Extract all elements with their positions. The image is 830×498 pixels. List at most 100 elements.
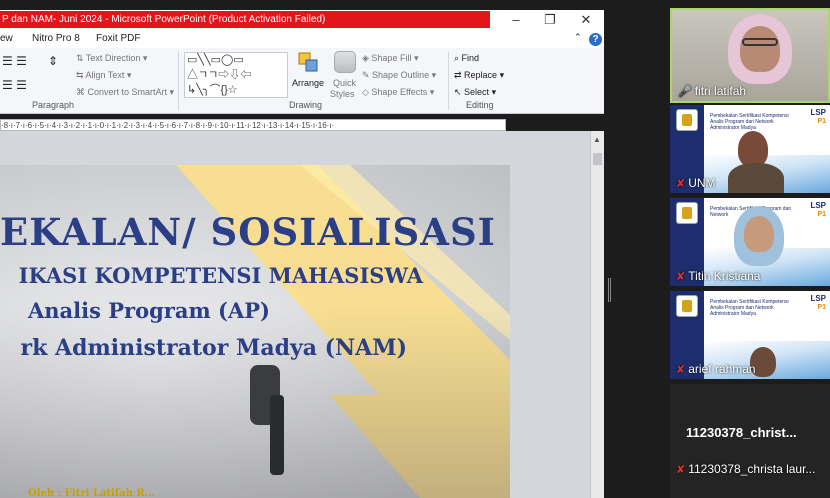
participant-name-text: arief rahman bbox=[688, 362, 756, 376]
shapes-row-3: ↳╲╮⌒{}☆ bbox=[187, 84, 238, 96]
slide[interactable]: EKALAN/ SOSIALISASI IKASI KOMPETENSI MAH… bbox=[0, 165, 510, 498]
participant-name: ✘ Titin Kristiana bbox=[676, 269, 760, 283]
replace-label: Replace bbox=[464, 70, 498, 80]
participant-name: ✘ 11230378_christa laur... bbox=[676, 462, 815, 476]
collapse-ribbon-icon[interactable]: ⌃ bbox=[574, 32, 582, 43]
slide-title-line-4: rk Administrator Madya (NAM) bbox=[20, 335, 407, 361]
participant-name-text: fitri latifah bbox=[694, 84, 747, 98]
shapes-row-1: ▭╲╲▭◯▭ bbox=[187, 54, 244, 66]
slide-title-line-1: EKALAN/ SOSIALISASI bbox=[0, 210, 496, 254]
slide-author: Oleh : Fitri Latifah R... bbox=[28, 488, 156, 498]
convert-smartart-button[interactable]: ⌘ Convert to SmartArt ▾ bbox=[76, 87, 174, 98]
close-icon[interactable]: ✕ bbox=[576, 12, 596, 28]
arrange-label[interactable]: Arrange bbox=[292, 78, 324, 88]
indent-icon[interactable]: ☰ ☰ bbox=[2, 54, 27, 68]
lsp-logo-subtext: P1 bbox=[817, 118, 826, 125]
vertical-scrollbar[interactable]: ▲ bbox=[590, 131, 604, 498]
participant-tile-titin-kristiana[interactable]: Pembekalan Sertifikasi Program dan Netwo… bbox=[670, 198, 830, 286]
participant-tile-unm[interactable]: Pembekalan Sertifikasi Kompetensi Analis… bbox=[670, 105, 830, 193]
text-direction-label: Text Direction bbox=[85, 53, 141, 63]
participant-tile-fitri-latifah[interactable]: 🎤 fitri latifah bbox=[670, 8, 830, 103]
window-title: P dan NAM- Juni 2024 - Microsoft PowerPo… bbox=[0, 11, 490, 28]
scroll-up-icon[interactable]: ▲ bbox=[593, 135, 601, 144]
lsp-logo-text: LSP bbox=[810, 201, 826, 210]
microphone-muted-icon: ✘ bbox=[676, 464, 686, 476]
microphone-muted-icon: ✘ bbox=[676, 178, 686, 190]
tab-nitro-pro[interactable]: Nitro Pro 8 bbox=[32, 33, 80, 44]
lsp-logo: LSP P1 bbox=[810, 108, 826, 126]
glasses-icon bbox=[742, 38, 778, 46]
shapes-gallery[interactable]: ▭╲╲▭◯▭ △ㄱㄱ⇨⇩⇦ ↳╲╮⌒{}☆ bbox=[184, 52, 288, 98]
participant-tile-arief-rahman[interactable]: Pembekalan Sertifikasi Kompetensi Analis… bbox=[670, 291, 830, 379]
align-text-button[interactable]: ⇆ Align Text ▾ bbox=[76, 70, 131, 81]
lsp-logo: LSP P1 bbox=[810, 294, 826, 312]
participant-name-text: 11230378_christa laur... bbox=[688, 462, 816, 476]
lsp-logo-subtext: P1 bbox=[817, 304, 826, 311]
replace-button[interactable]: ⇄ Replace ▾ bbox=[454, 70, 504, 81]
convert-smartart-label: Convert to SmartArt bbox=[87, 87, 168, 97]
microphone-muted-icon: ✘ bbox=[676, 271, 686, 283]
find-label: Find bbox=[461, 53, 480, 63]
editing-group-label: Editing bbox=[466, 100, 494, 110]
drawing-group-label: Drawing bbox=[289, 100, 323, 110]
ribbon-tabs: ew Nitro Pro 8 Foxit PDF ⌃ ? bbox=[0, 30, 604, 48]
align-text-label: Align Text bbox=[85, 70, 125, 80]
select-button[interactable]: ↖ Select ▾ bbox=[454, 87, 496, 98]
lsp-logo-subtext: P1 bbox=[817, 211, 826, 218]
card-title: Pembekalan Sertifikasi Kompetensi Analis… bbox=[710, 113, 789, 131]
scrollbar-thumb[interactable] bbox=[593, 153, 602, 165]
card-title: Pembekalan Sertifikasi Kompetensi Analis… bbox=[710, 299, 789, 317]
shape-fill-button[interactable]: ◈ Shape Fill ▾ bbox=[362, 53, 418, 64]
ribbon-divider bbox=[178, 52, 179, 110]
paragraph-group-label: Paragraph bbox=[32, 100, 75, 110]
participant-name: ✘ arief rahman bbox=[676, 362, 756, 376]
align-icon[interactable]: ☰ ☰ bbox=[2, 78, 27, 92]
university-logo-icon bbox=[676, 295, 698, 317]
text-direction-button[interactable]: ⇅ Text Direction ▾ bbox=[76, 53, 147, 64]
participant-name: ✘ UNM bbox=[676, 176, 716, 190]
quick-styles-label-2[interactable]: Styles bbox=[330, 89, 355, 99]
university-logo-icon bbox=[676, 202, 698, 224]
find-button[interactable]: ⌕ Find bbox=[454, 53, 479, 64]
line-spacing-icon[interactable]: ⇕ bbox=[48, 54, 58, 68]
quick-styles-icon[interactable] bbox=[334, 51, 356, 73]
tab-view[interactable]: ew bbox=[0, 33, 13, 44]
microphone-icon: 🎤 bbox=[678, 86, 692, 98]
participant-face bbox=[738, 131, 768, 167]
horizontal-ruler: ·8·ı·7·ı·6·ı·5·ı·4·ı·3·ı·2·ı·1·ı·0·ı·1·ı… bbox=[0, 119, 506, 131]
shape-fill-label: Shape Fill bbox=[371, 53, 412, 63]
slide-title-line-3: Analis Program (AP) bbox=[28, 298, 270, 323]
shape-effects-button[interactable]: ◇ Shape Effects ▾ bbox=[362, 87, 434, 98]
shared-screen: P dan NAM- Juni 2024 - Microsoft PowerPo… bbox=[0, 0, 606, 498]
participant-name-text: UNM bbox=[688, 176, 716, 190]
participant-face bbox=[740, 26, 780, 72]
ribbon-divider bbox=[448, 52, 449, 110]
key-icon bbox=[250, 365, 284, 475]
participant-name: 🎤 fitri latifah bbox=[678, 84, 746, 98]
help-icon[interactable]: ? bbox=[589, 33, 602, 46]
participant-tile-christa[interactable]: 11230378_christ... ✘ 11230378_christa lau… bbox=[670, 384, 830, 498]
lsp-logo-text: LSP bbox=[810, 108, 826, 117]
minimize-icon[interactable]: – bbox=[506, 12, 526, 28]
shape-outline-button[interactable]: ✎ Shape Outline ▾ bbox=[362, 70, 436, 81]
arrange-icon[interactable] bbox=[298, 52, 318, 72]
participant-display-name: 11230378_christ... bbox=[686, 425, 797, 440]
lsp-logo: LSP P1 bbox=[810, 201, 826, 219]
microphone-muted-icon: ✘ bbox=[676, 364, 686, 376]
shape-effects-label: Shape Effects bbox=[371, 87, 428, 97]
restore-icon[interactable]: ❐ bbox=[540, 12, 560, 28]
lsp-logo-text: LSP bbox=[810, 294, 826, 303]
powerpoint-titlebar: P dan NAM- Juni 2024 - Microsoft PowerPo… bbox=[0, 10, 604, 30]
shape-outline-label: Shape Outline bbox=[372, 70, 430, 80]
select-label: Select bbox=[464, 87, 490, 97]
ribbon: ☰ ☰ ⇕ ☰ ☰ ⇅ Text Direction ▾ ⇆ Align Tex… bbox=[0, 48, 604, 114]
participant-name-text: Titin Kristiana bbox=[688, 269, 761, 283]
tab-foxit-pdf[interactable]: Foxit PDF bbox=[96, 33, 140, 44]
panel-resize-handle[interactable] bbox=[608, 278, 611, 302]
university-logo-icon bbox=[676, 109, 698, 131]
participant-body bbox=[728, 163, 784, 193]
shapes-row-2: △ㄱㄱ⇨⇩⇦ bbox=[187, 69, 252, 81]
slide-title-line-2: IKASI KOMPETENSI MAHASISWA bbox=[18, 263, 423, 288]
quick-styles-label-1[interactable]: Quick bbox=[333, 78, 356, 88]
participant-face bbox=[744, 216, 774, 252]
